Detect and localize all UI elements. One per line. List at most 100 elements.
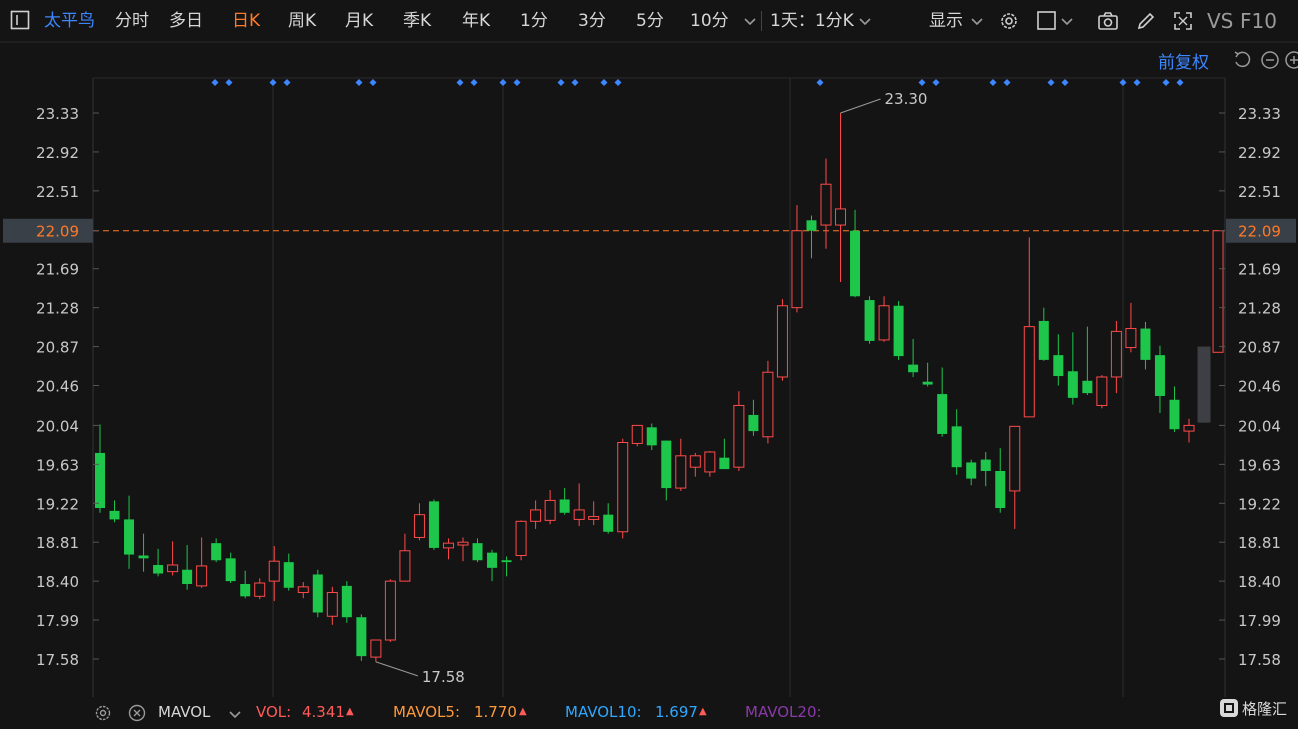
candle-body [689,455,701,468]
high-price-label: 23.30 [885,90,928,108]
candle-body [1183,424,1195,432]
candle-body [225,558,236,582]
display-menu[interactable]: 显示 [929,0,963,42]
candle[interactable] [776,299,788,381]
candle-body [1096,376,1108,406]
candle-body [341,585,352,618]
y-tick-label-right: 20.87 [1238,339,1281,357]
candle[interactable] [356,614,367,661]
candle-body [283,562,294,588]
candle[interactable] [1212,230,1224,353]
chevron-down-icon[interactable] [1060,14,1074,28]
tab-5min[interactable]: 5分 [636,0,664,42]
tab-multi-day[interactable]: 多日 [169,0,203,42]
chevron-down-icon[interactable] [858,14,872,28]
candle-body [124,519,135,555]
y-tick-label-left: 19.63 [36,456,79,474]
y-tick-label-left: 22.09 [36,223,79,241]
y-tick-label-right: 17.58 [1238,651,1281,669]
candle[interactable] [515,520,527,561]
candle-body [820,183,832,226]
candle-body [980,459,991,471]
zoom-out-icon[interactable] [1260,50,1280,70]
candle-body [530,509,542,522]
candle-body [588,516,600,520]
tab-10min[interactable]: 10分 [690,0,729,42]
candle-body [297,586,309,594]
gear-icon[interactable] [94,704,112,722]
candle[interactable] [617,438,629,539]
candle[interactable] [384,579,396,642]
y-tick-label-right: 22.09 [1238,223,1281,241]
y-tick-label-left: 21.28 [36,300,79,318]
candle-body [675,455,687,489]
candle[interactable] [1096,375,1108,409]
y-tick-label-right: 21.69 [1238,261,1281,279]
candle-body [806,220,817,231]
selected-candle-highlight[interactable] [1197,346,1211,423]
candle[interactable] [428,499,439,550]
tab-weekly-k[interactable]: 周K [288,0,316,42]
camera-icon[interactable] [1097,10,1119,32]
fullscreen-icon[interactable] [1172,10,1194,32]
checkbox-icon[interactable] [1036,10,1058,32]
candle-body [501,560,512,563]
vs-compare-button[interactable]: VS [1207,0,1233,42]
tab-daily-k[interactable]: 日K [232,0,260,42]
tab-monthly-k[interactable]: 月K [345,0,373,42]
candle-body [733,404,745,468]
candle-body [153,564,164,574]
candle-body [559,499,570,513]
candle-body [937,394,948,434]
reset-icon[interactable] [1232,50,1252,70]
tab-quarterly-k[interactable]: 季K [403,0,431,42]
candle-body [312,574,323,613]
candle-body [995,470,1006,509]
y-tick-label-left: 23.33 [36,105,79,123]
candle[interactable] [341,581,352,623]
toolbar: 太平鸟 分时 多日 日K 周K 月K 季K 年K 1分 3分 5分 10分 1天… [0,0,1298,42]
candle-body [182,569,193,584]
candle-body [704,451,716,473]
chevron-down-icon[interactable] [228,705,242,719]
candle[interactable] [631,424,643,447]
stock-name[interactable]: 太平鸟 [44,0,95,42]
chevron-down-icon[interactable] [970,14,984,28]
toolbar-divider [761,11,762,31]
price-adjust-label[interactable]: 前复权 [1158,48,1209,73]
tab-1min[interactable]: 1分 [520,0,548,42]
y-tick-label-left: 20.87 [36,339,79,357]
y-tick-label-right: 22.51 [1238,183,1281,201]
candle-body [211,543,222,561]
zoom-in-icon[interactable] [1284,50,1298,70]
candle[interactable] [312,569,323,618]
indicator-name[interactable]: MAVOL [158,700,210,724]
candlestick-chart[interactable]: 23.33 23.33 22.92 22.92 22.51 22.51 22.09 22.09… [0,0,1298,724]
tab-3min[interactable]: 3分 [578,0,606,42]
gear-icon[interactable] [998,10,1020,32]
y-tick-label-right: 21.28 [1238,300,1281,318]
candle[interactable] [893,301,904,360]
vol-value: 4.341 [302,703,345,721]
brand-mark-icon [1220,699,1238,717]
candle-body [1212,230,1224,353]
y-tick-label-right: 18.81 [1238,534,1281,552]
sidebar-toggle-icon[interactable] [10,10,30,30]
candle-body [835,208,847,226]
y-tick-label-left: 20.04 [36,417,79,435]
mavol10-value: 1.697 [655,703,698,721]
f10-button[interactable]: F10 [1240,0,1277,42]
candle[interactable] [762,360,774,444]
period-selector[interactable]: 1天：1分K [770,0,854,42]
candle-body [908,364,919,373]
close-circle-icon[interactable] [128,704,146,722]
y-tick-label-right: 18.40 [1238,573,1281,591]
candle[interactable] [864,296,875,344]
tab-intraday[interactable]: 分时 [115,0,149,42]
volume-indicator-bar: MAVOL VOL: 4.341 ▲ MAVOL5: 1.770 ▲ MAVOL… [0,700,1298,724]
y-tick-label-left: 21.69 [36,261,79,279]
candle-body [864,300,875,341]
pencil-icon[interactable] [1135,10,1157,32]
tab-yearly-k[interactable]: 年K [462,0,490,42]
chevron-down-icon[interactable] [743,14,757,28]
